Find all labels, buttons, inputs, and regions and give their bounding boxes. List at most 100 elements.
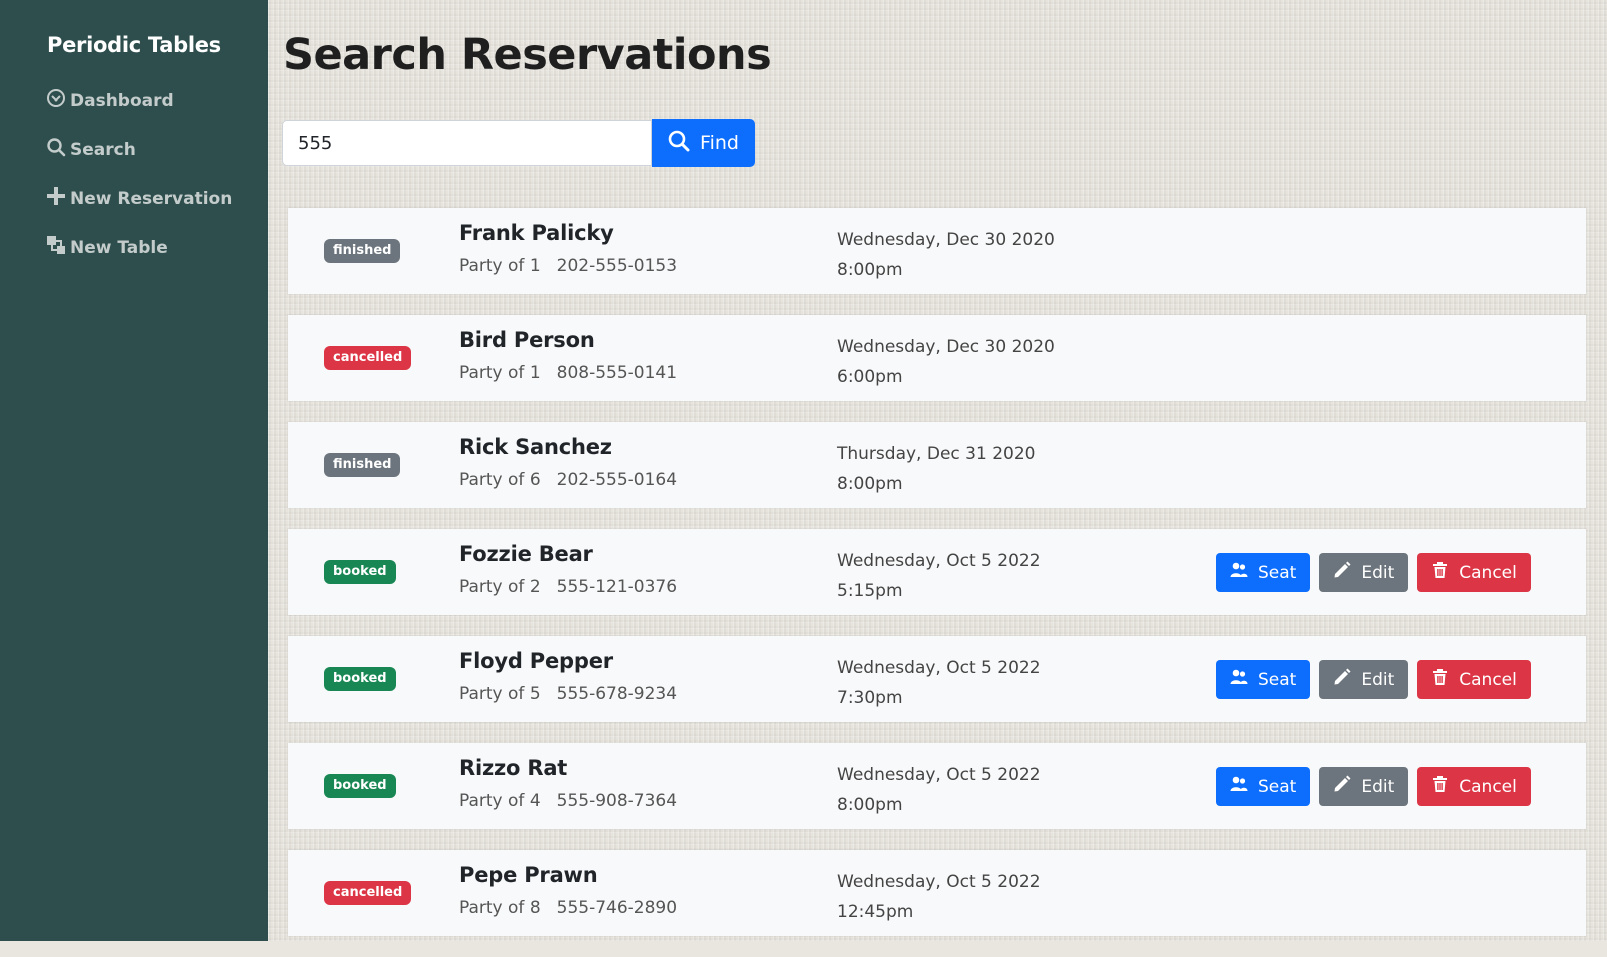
reservation-date: Wednesday, Dec 30 2020 — [837, 337, 1055, 357]
pencil-icon — [1333, 668, 1351, 691]
pencil-icon — [1333, 561, 1351, 584]
reservation-name: Fozzie Bear — [459, 542, 593, 566]
reservation-datetime: Thursday, Dec 31 2020 8:00pm — [837, 439, 1035, 499]
reservation-time: 8:00pm — [837, 795, 903, 815]
phone-number: 808-555-0141 — [556, 363, 678, 383]
party-size: Party of 1 — [459, 363, 541, 383]
reservation-time: 8:00pm — [837, 260, 903, 280]
reservation-time: 12:45pm — [837, 902, 914, 922]
reservation-name: Rizzo Rat — [459, 756, 568, 780]
row-actions: Seat Edit Cancel — [1216, 660, 1531, 699]
reservation-list: finished Frank Palicky Party of 1 202-555… — [288, 208, 1586, 957]
seat-button-label: Seat — [1258, 776, 1297, 797]
reservation-name: Bird Person — [459, 328, 595, 352]
party-size: Party of 4 — [459, 791, 541, 811]
edit-button[interactable]: Edit — [1319, 553, 1409, 592]
reservation-row: cancelled Bird Person Party of 1 808-555-… — [288, 315, 1586, 401]
status-badge: finished — [324, 239, 401, 263]
trash-icon — [1431, 561, 1449, 584]
cancel-button-label: Cancel — [1459, 776, 1517, 797]
party-size: Party of 2 — [459, 577, 541, 597]
reservation-time: 8:00pm — [837, 474, 903, 494]
reservation-date: Wednesday, Oct 5 2022 — [837, 658, 1041, 678]
reservation-datetime: Wednesday, Oct 5 2022 8:00pm — [837, 760, 1041, 820]
seat-button-label: Seat — [1258, 669, 1297, 690]
party-info: Party of 5 555-678-9234 — [459, 684, 677, 704]
pencil-icon — [1333, 775, 1351, 798]
party-info: Party of 4 555-908-7364 — [459, 791, 677, 811]
status-badge: cancelled — [324, 881, 412, 905]
sidebar-item-label: New Reservation — [70, 188, 233, 209]
edit-button-label: Edit — [1361, 776, 1395, 797]
users-icon — [1230, 668, 1248, 691]
reservation-time: 5:15pm — [837, 581, 903, 601]
phone-number: 555-121-0376 — [556, 577, 678, 597]
seat-button[interactable]: Seat — [1216, 767, 1311, 806]
sidebar: Periodic Tables Dashboard Search New Res… — [0, 0, 268, 941]
party-size: Party of 1 — [459, 256, 541, 276]
reservation-row: booked Fozzie Bear Party of 2 555-121-037… — [288, 529, 1586, 615]
users-icon — [1230, 775, 1248, 798]
sidebar-item-dashboard[interactable]: Dashboard — [46, 88, 174, 113]
phone-number: 555-678-9234 — [556, 684, 678, 704]
reservation-row: finished Frank Palicky Party of 1 202-555… — [288, 208, 1586, 294]
reservation-time: 7:30pm — [837, 688, 903, 708]
users-icon — [1230, 561, 1248, 584]
party-size: Party of 5 — [459, 684, 541, 704]
sidebar-item-new-table[interactable]: New Table — [46, 235, 168, 260]
row-actions: Seat Edit Cancel — [1216, 767, 1531, 806]
reservation-name: Frank Palicky — [459, 221, 614, 245]
search-input[interactable] — [282, 120, 652, 166]
cancel-button-label: Cancel — [1459, 669, 1517, 690]
reservation-datetime: Wednesday, Oct 5 2022 12:45pm — [837, 867, 1041, 927]
status-badge: booked — [324, 667, 396, 691]
cancel-button[interactable]: Cancel — [1417, 767, 1531, 806]
sidebar-item-label: Dashboard — [70, 90, 174, 111]
find-button-label: Find — [700, 132, 739, 154]
main-content: Search Reservations Find finished Frank … — [268, 0, 1607, 941]
dashboard-icon — [46, 88, 66, 113]
find-button[interactable]: Find — [652, 119, 755, 167]
reservation-datetime: Wednesday, Dec 30 2020 6:00pm — [837, 332, 1055, 392]
sidebar-item-new-reservation[interactable]: New Reservation — [46, 186, 232, 211]
reservation-date: Wednesday, Dec 30 2020 — [837, 230, 1055, 250]
search-icon — [668, 130, 690, 157]
page-title: Search Reservations — [283, 30, 772, 80]
row-actions: Seat Edit Cancel — [1216, 553, 1531, 592]
reservation-row: cancelled Pepe Prawn Party of 8 555-746-2… — [288, 850, 1586, 936]
edit-button[interactable]: Edit — [1319, 660, 1409, 699]
search-icon — [46, 137, 66, 162]
phone-number: 555-908-7364 — [556, 791, 678, 811]
party-info: Party of 6 202-555-0164 — [459, 470, 677, 490]
status-badge: booked — [324, 774, 396, 798]
reservation-date: Wednesday, Oct 5 2022 — [837, 765, 1041, 785]
reservation-datetime: Wednesday, Dec 30 2020 8:00pm — [837, 225, 1055, 285]
party-info: Party of 1 202-555-0153 — [459, 256, 677, 276]
cancel-button-label: Cancel — [1459, 562, 1517, 583]
reservation-datetime: Wednesday, Oct 5 2022 7:30pm — [837, 653, 1041, 713]
table-icon — [46, 235, 66, 260]
party-info: Party of 1 808-555-0141 — [459, 363, 677, 383]
cancel-button[interactable]: Cancel — [1417, 553, 1531, 592]
reservation-row: booked Rizzo Rat Party of 4 555-908-7364 … — [288, 743, 1586, 829]
status-badge: booked — [324, 560, 396, 584]
seat-button[interactable]: Seat — [1216, 553, 1311, 592]
reservation-row: finished Rick Sanchez Party of 6 202-555-… — [288, 422, 1586, 508]
reservation-time: 6:00pm — [837, 367, 903, 387]
party-info: Party of 2 555-121-0376 — [459, 577, 677, 597]
reservation-row: booked Floyd Pepper Party of 5 555-678-92… — [288, 636, 1586, 722]
brand-title[interactable]: Periodic Tables — [47, 33, 221, 57]
plus-icon — [46, 186, 66, 211]
edit-button-label: Edit — [1361, 669, 1395, 690]
reservation-datetime: Wednesday, Oct 5 2022 5:15pm — [837, 546, 1041, 606]
search-form: Find — [282, 119, 755, 167]
status-badge: finished — [324, 453, 401, 477]
cancel-button[interactable]: Cancel — [1417, 660, 1531, 699]
sidebar-item-search[interactable]: Search — [46, 137, 136, 162]
party-size: Party of 6 — [459, 470, 541, 490]
reservation-date: Wednesday, Oct 5 2022 — [837, 872, 1041, 892]
seat-button[interactable]: Seat — [1216, 660, 1311, 699]
edit-button[interactable]: Edit — [1319, 767, 1409, 806]
seat-button-label: Seat — [1258, 562, 1297, 583]
reservation-date: Wednesday, Oct 5 2022 — [837, 551, 1041, 571]
